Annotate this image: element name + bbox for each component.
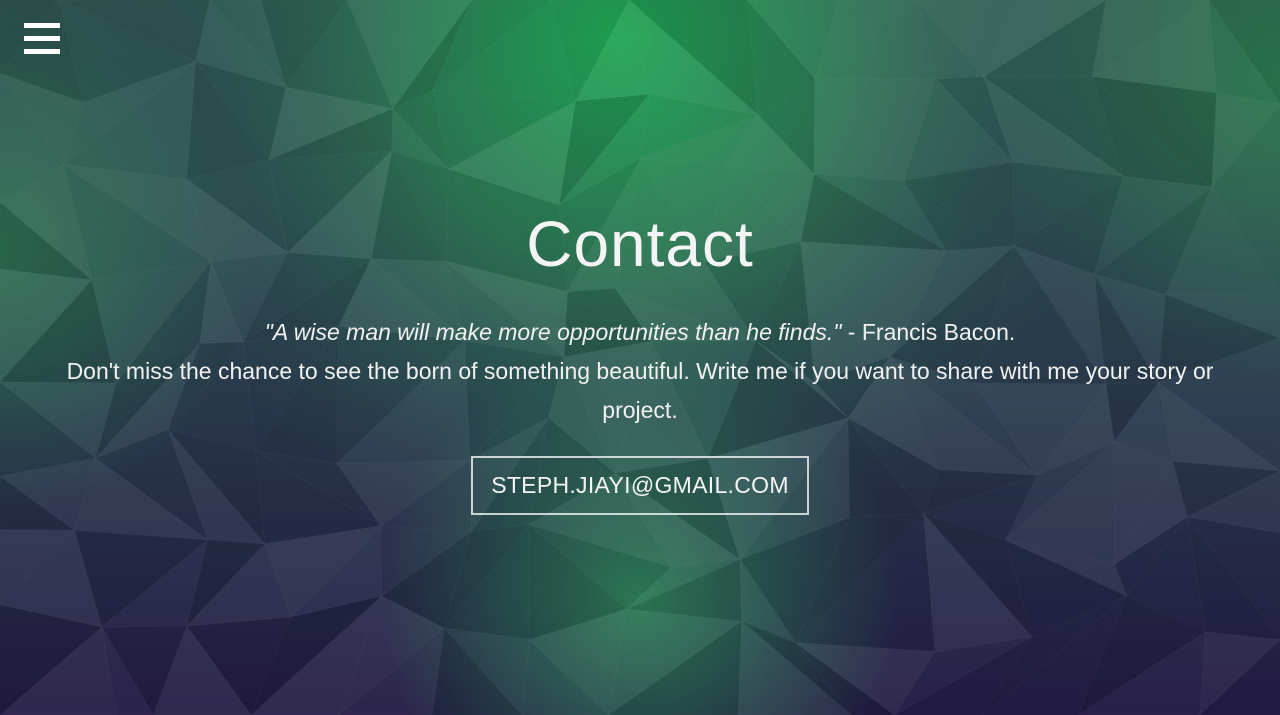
page-title: Contact	[526, 208, 754, 280]
contact-section: Contact "A wise man will make more oppor…	[0, 205, 1280, 515]
quote-text: "A wise man will make more opportunities…	[264, 319, 842, 345]
email-button[interactable]: STEPH.JIAYI@GMAIL.COM	[471, 456, 809, 515]
menu-bar-bottom	[24, 49, 60, 54]
hamburger-menu-icon[interactable]	[24, 23, 60, 55]
contact-description: Don't miss the chance to see the born of…	[66, 358, 1214, 423]
menu-bar-middle	[24, 36, 60, 41]
menu-bar-top	[24, 23, 60, 28]
quote-line: "A wise man will make more opportunities…	[0, 313, 1280, 352]
quote-author: - Francis Bacon.	[841, 319, 1016, 345]
